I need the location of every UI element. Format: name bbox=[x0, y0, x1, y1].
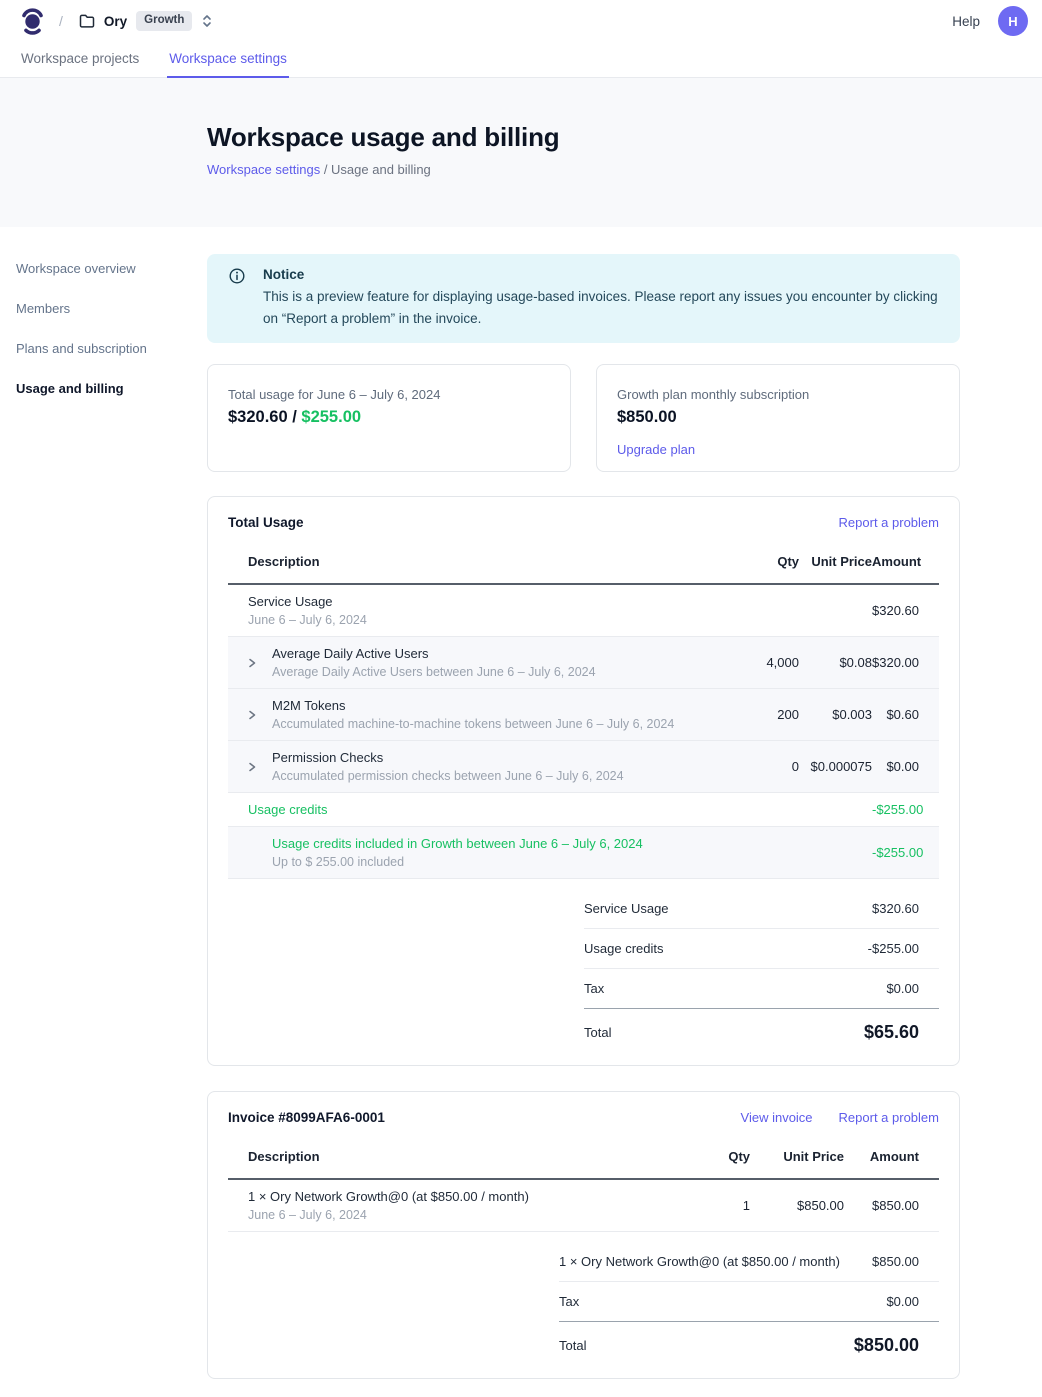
summary-row-total: Total $850.00 bbox=[559, 1322, 939, 1362]
summary-row-service-usage: Service Usage $320.60 bbox=[584, 889, 939, 929]
notice-title: Notice bbox=[263, 267, 940, 282]
report-problem-link[interactable]: Report a problem bbox=[839, 515, 939, 530]
view-invoice-link[interactable]: View invoice bbox=[741, 1110, 813, 1125]
table-row-usage-credits: Usage credits -$255.00 bbox=[228, 793, 939, 827]
breadcrumb-separator: / bbox=[59, 13, 63, 29]
plan-badge: Growth bbox=[136, 11, 192, 31]
column-unit-price: Unit Price bbox=[799, 554, 872, 569]
invoice-card: Invoice #8099AFA6-0001 View invoice Repo… bbox=[207, 1091, 960, 1379]
report-problem-link[interactable]: Report a problem bbox=[839, 1110, 939, 1125]
invoice-summary: 1 × Ory Network Growth@0 (at $850.00 / m… bbox=[559, 1242, 939, 1362]
total-usage-value: $320.60 / $255.00 bbox=[228, 408, 550, 427]
page-hero: Workspace usage and billing Workspace se… bbox=[0, 78, 1042, 227]
column-amount: Amount bbox=[844, 1149, 939, 1164]
workspace-switcher-icon[interactable] bbox=[201, 13, 213, 29]
content-area: Notice This is a preview feature for dis… bbox=[207, 227, 960, 1397]
table-row-permission-checks: Permission Checks Accumulated permission… bbox=[228, 741, 939, 793]
usage-table: Description Qty Unit Price Amount Servic… bbox=[228, 543, 939, 879]
info-icon bbox=[229, 268, 245, 284]
breadcrumb-workspace-settings-link[interactable]: Workspace settings bbox=[207, 162, 320, 177]
table-row-m2m-tokens: M2M Tokens Accumulated machine-to-machin… bbox=[228, 689, 939, 741]
total-usage-label: Total usage for June 6 – July 6, 2024 bbox=[228, 387, 550, 402]
top-bar-actions: Help H bbox=[952, 6, 1028, 36]
column-unit-price: Unit Price bbox=[750, 1149, 844, 1164]
ory-logo-icon[interactable] bbox=[20, 7, 45, 36]
notice-banner: Notice This is a preview feature for dis… bbox=[207, 254, 960, 343]
sidebar-item-usage-and-billing[interactable]: Usage and billing bbox=[16, 381, 197, 396]
user-avatar[interactable]: H bbox=[998, 6, 1028, 36]
chevron-right-icon[interactable] bbox=[246, 657, 258, 669]
subscription-amount: $850.00 bbox=[617, 408, 939, 427]
summary-row-total: Total $65.60 bbox=[584, 1009, 939, 1049]
upgrade-plan-link[interactable]: Upgrade plan bbox=[617, 442, 939, 457]
invoice-table: Description Qty Unit Price Amount 1 × Or… bbox=[228, 1138, 939, 1232]
column-qty: Qty bbox=[719, 554, 799, 569]
tab-workspace-projects[interactable]: Workspace projects bbox=[19, 42, 141, 78]
usage-card-title: Total Usage bbox=[228, 515, 304, 530]
tab-workspace-settings[interactable]: Workspace settings bbox=[167, 42, 289, 78]
chevron-right-icon[interactable] bbox=[246, 709, 258, 721]
invoice-title: Invoice #8099AFA6-0001 bbox=[228, 1110, 385, 1125]
summary-row-tax: Tax $0.00 bbox=[584, 969, 939, 1009]
settings-sidebar: Workspace overview Members Plans and sub… bbox=[0, 227, 207, 421]
usage-invoice-card: Total Usage Report a problem Description… bbox=[207, 496, 960, 1066]
breadcrumb: Workspace settings / Usage and billing bbox=[207, 162, 960, 177]
subscription-card: Growth plan monthly subscription $850.00… bbox=[596, 364, 960, 472]
column-amount: Amount bbox=[872, 554, 939, 569]
help-link[interactable]: Help bbox=[952, 14, 980, 29]
column-description: Description bbox=[228, 1149, 670, 1164]
usage-credit-amount: $255.00 bbox=[301, 408, 361, 426]
usage-table-header: Description Qty Unit Price Amount bbox=[228, 543, 939, 585]
sidebar-item-workspace-overview[interactable]: Workspace overview bbox=[16, 261, 197, 276]
breadcrumb-current: / Usage and billing bbox=[320, 162, 431, 177]
sidebar-item-members[interactable]: Members bbox=[16, 301, 197, 316]
summary-row-usage-credits: Usage credits -$255.00 bbox=[584, 929, 939, 969]
usage-total-value: $65.60 bbox=[864, 1022, 939, 1043]
page: / Ory Growth Help H Workspace projects W… bbox=[0, 0, 1042, 1397]
invoice-total-value: $850.00 bbox=[854, 1335, 939, 1356]
page-title: Workspace usage and billing bbox=[207, 122, 960, 153]
table-row-daily-active-users: Average Daily Active Users Average Daily… bbox=[228, 637, 939, 689]
table-row-growth-subscription: 1 × Ory Network Growth@0 (at $850.00 / m… bbox=[228, 1180, 939, 1232]
table-row-service-usage: Service Usage June 6 – July 6, 2024 $320… bbox=[228, 585, 939, 637]
column-description: Description bbox=[228, 554, 719, 569]
folder-icon bbox=[79, 14, 95, 28]
subscription-label: Growth plan monthly subscription bbox=[617, 387, 939, 402]
workspace-tabbar: Workspace projects Workspace settings bbox=[0, 42, 1042, 78]
workspace-breadcrumb: / Ory Growth bbox=[20, 7, 213, 36]
usage-summary: Service Usage $320.60 Usage credits -$25… bbox=[584, 889, 939, 1049]
avatar-initial: H bbox=[1008, 14, 1017, 29]
top-bar: / Ory Growth Help H bbox=[0, 0, 1042, 42]
summary-row-subscription: 1 × Ory Network Growth@0 (at $850.00 / m… bbox=[559, 1242, 939, 1282]
total-usage-card: Total usage for June 6 – July 6, 2024 $3… bbox=[207, 364, 571, 472]
notice-body: This is a preview feature for displaying… bbox=[263, 286, 940, 329]
column-qty: Qty bbox=[670, 1149, 750, 1164]
invoice-table-header: Description Qty Unit Price Amount bbox=[228, 1138, 939, 1180]
summary-row-tax: Tax $0.00 bbox=[559, 1282, 939, 1322]
chevron-right-icon[interactable] bbox=[246, 761, 258, 773]
workspace-name[interactable]: Ory bbox=[104, 14, 127, 29]
table-row-usage-credits-included: Usage credits included in Growth between… bbox=[228, 827, 939, 879]
sidebar-item-plans-and-subscription[interactable]: Plans and subscription bbox=[16, 341, 197, 356]
